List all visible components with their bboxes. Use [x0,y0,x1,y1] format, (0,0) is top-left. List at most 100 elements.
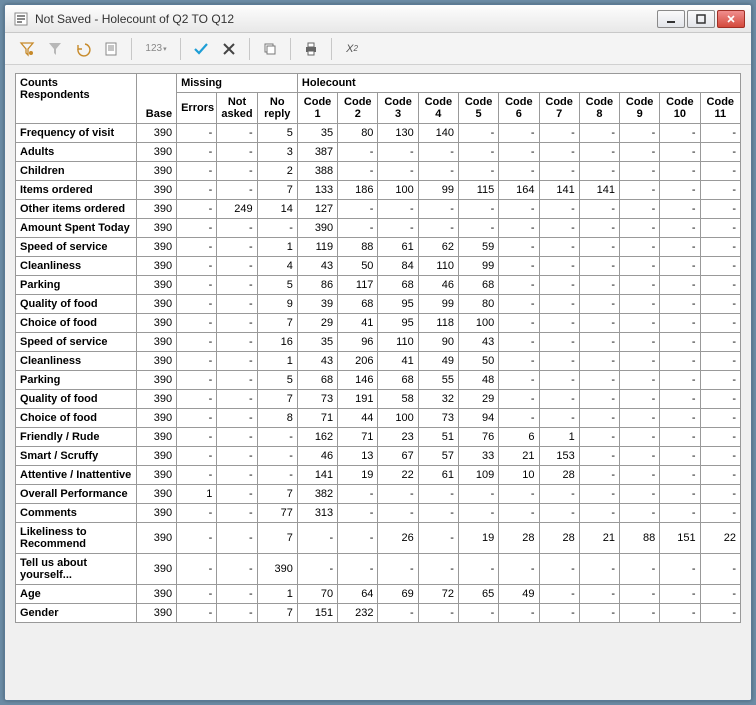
cell-code-4: 49 [418,352,458,371]
copy-icon[interactable] [258,37,282,61]
cell-code-11: - [700,466,740,485]
print-icon[interactable] [299,37,323,61]
row-label: Adults [16,143,137,162]
cell-code-7: 1 [539,428,579,447]
cell-notasked: - [217,124,257,143]
cell-notasked: - [217,219,257,238]
col-code-4-header: Code 4 [418,93,458,124]
cell-code-4: 51 [418,428,458,447]
cell-code-1: 387 [297,143,337,162]
toolbar-separator [131,38,132,60]
cell-code-11: - [700,604,740,623]
cell-code-10: - [660,162,700,181]
cell-code-3: 130 [378,124,418,143]
col-base-header: Base [136,74,176,124]
row-label: Parking [16,276,137,295]
cell-notasked: - [217,604,257,623]
cell-code-7: - [539,124,579,143]
table-row: Comments390--77313---------- [16,504,741,523]
cell-code-1: 43 [297,352,337,371]
cell-code-5: - [458,143,498,162]
edit-filters-icon[interactable] [15,37,39,61]
table-row: Overall Performance3901-7382---------- [16,485,741,504]
undo-icon[interactable] [71,37,95,61]
table-row: Friendly / Rude390---1627123517661---- [16,428,741,447]
cell-code-11: - [700,485,740,504]
cell-noreply: 8 [257,409,297,428]
cell-code-8: - [579,295,619,314]
cell-code-2: 64 [338,585,378,604]
cell-notasked: - [217,428,257,447]
cell-code-8: - [579,585,619,604]
cell-base: 390 [136,314,176,333]
cell-code-4: 118 [418,314,458,333]
cell-errors: - [177,276,217,295]
cell-base: 390 [136,143,176,162]
cell-code-10: - [660,124,700,143]
cell-code-9: - [620,466,660,485]
cell-code-5: 99 [458,257,498,276]
cell-code-5: - [458,219,498,238]
col-code-9-header: Code 9 [620,93,660,124]
reject-icon[interactable] [217,37,241,61]
cell-code-8: - [579,604,619,623]
cell-noreply: 5 [257,371,297,390]
cell-noreply: 16 [257,333,297,352]
cell-code-9: - [620,554,660,585]
cell-code-2: 13 [338,447,378,466]
cell-code-4: - [418,143,458,162]
window-title: Not Saved - Holecount of Q2 TO Q12 [35,12,657,26]
cell-code-3: 26 [378,523,418,554]
cell-errors: - [177,352,217,371]
cell-code-5: - [458,485,498,504]
app-icon [13,11,29,27]
cell-code-6: - [499,504,539,523]
cell-errors: - [177,143,217,162]
row-label: Smart / Scruffy [16,447,137,466]
cell-code-4: - [418,523,458,554]
cell-base: 390 [136,604,176,623]
numeric-format-icon[interactable]: 123▾ [140,37,172,61]
row-label: Likeliness to Recommend [16,523,137,554]
cell-code-5: 100 [458,314,498,333]
cell-code-4: 61 [418,466,458,485]
cell-errors: 1 [177,485,217,504]
cell-code-11: - [700,162,740,181]
cell-code-11: - [700,314,740,333]
cell-code-6: 164 [499,181,539,200]
cell-code-9: - [620,409,660,428]
cell-code-8: - [579,143,619,162]
row-label: Cleanliness [16,257,137,276]
cell-errors: - [177,466,217,485]
maximize-button[interactable] [687,10,715,28]
cell-code-2: 44 [338,409,378,428]
cell-code-1: - [297,554,337,585]
cell-errors: - [177,314,217,333]
cell-code-7: - [539,333,579,352]
cell-code-10: - [660,466,700,485]
app-window: Not Saved - Holecount of Q2 TO Q12 12 [4,4,752,701]
accept-icon[interactable] [189,37,213,61]
cell-code-7: - [539,238,579,257]
cell-code-5: - [458,124,498,143]
cell-code-7: - [539,390,579,409]
cell-code-7: - [539,504,579,523]
stats-icon[interactable]: X2 [340,37,364,61]
toolbar-separator [249,38,250,60]
close-button[interactable] [717,10,745,28]
page-icon[interactable] [99,37,123,61]
cell-errors: - [177,390,217,409]
cell-code-10: - [660,371,700,390]
filter-icon[interactable] [43,37,67,61]
row-label: Age [16,585,137,604]
cell-notasked: - [217,485,257,504]
cell-code-5: 115 [458,181,498,200]
cell-code-8: - [579,257,619,276]
cell-noreply: 7 [257,485,297,504]
cell-code-11: - [700,447,740,466]
cell-notasked: - [217,390,257,409]
cell-code-6: 49 [499,585,539,604]
cell-code-9: - [620,295,660,314]
cell-base: 390 [136,162,176,181]
minimize-button[interactable] [657,10,685,28]
